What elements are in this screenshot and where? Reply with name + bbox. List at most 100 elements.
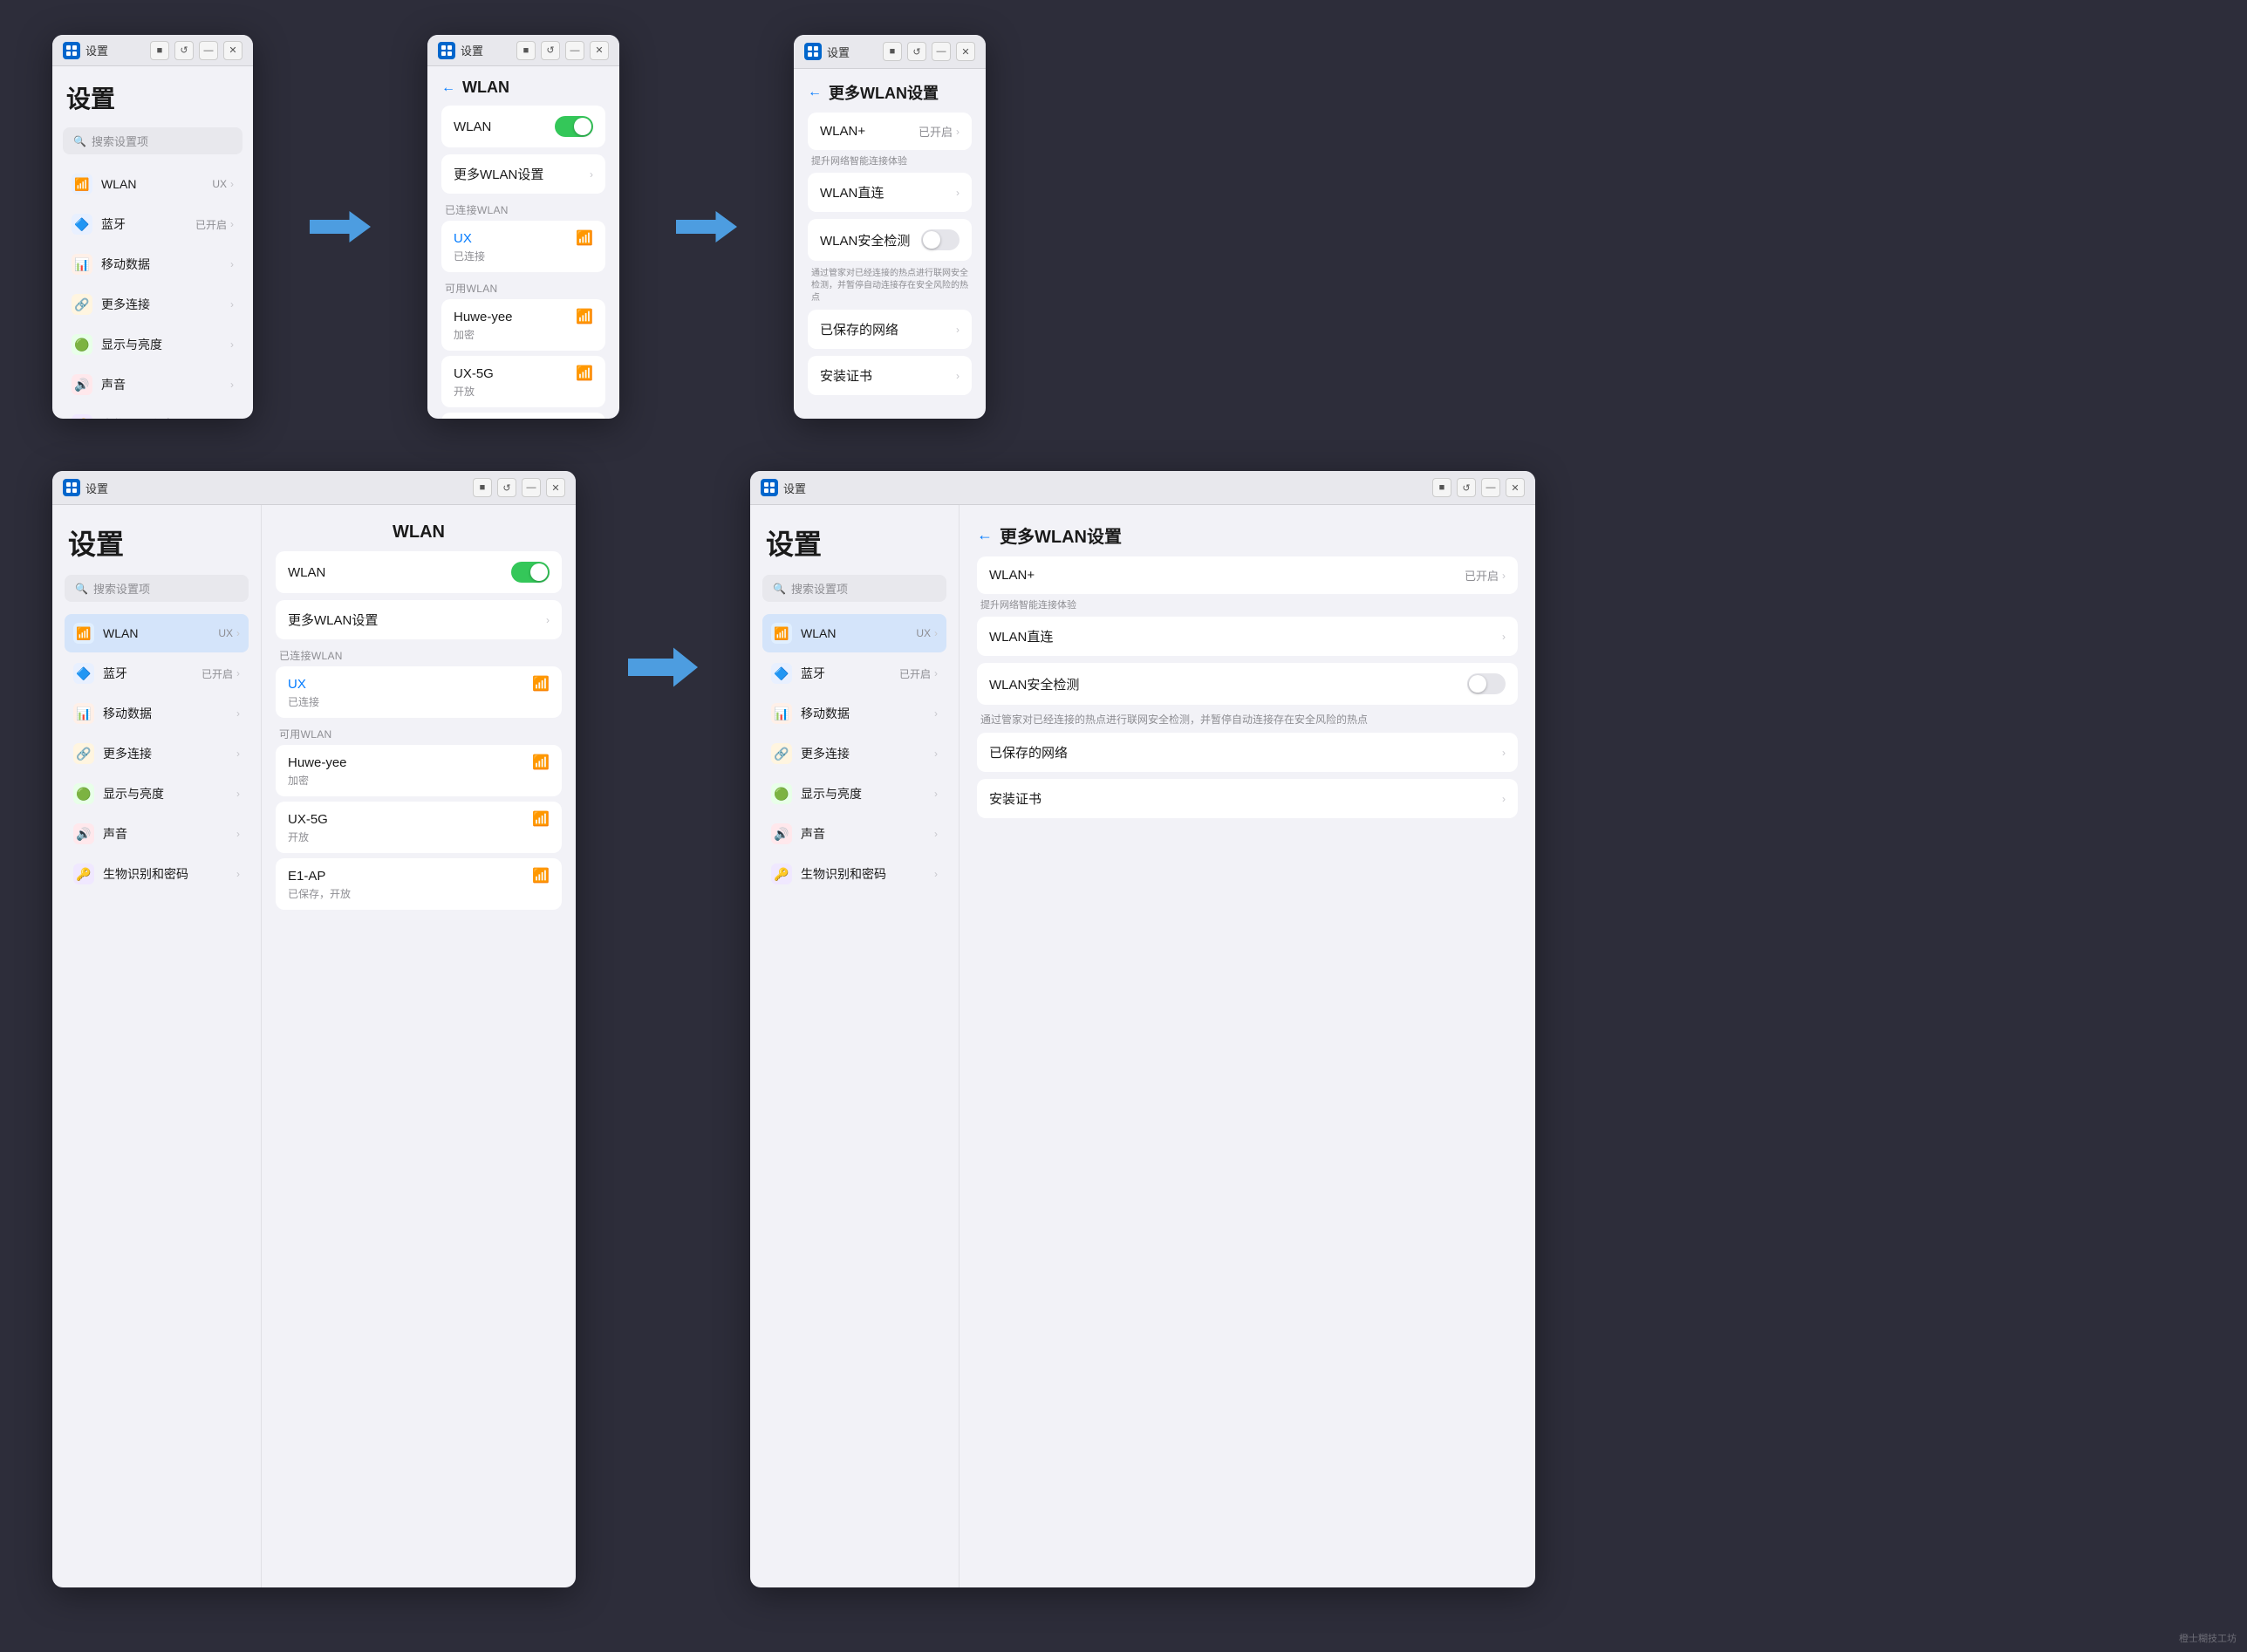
btn-close-3[interactable]: ✕ [956, 42, 975, 61]
bottom-menu-biometric-1[interactable]: 🔑 生物识别和密码 › [65, 855, 249, 893]
bottom-btn-min-2[interactable]: — [1481, 478, 1500, 497]
sound-chevron-1: › [230, 379, 234, 391]
more-wlan-row-2[interactable]: 更多WLAN设置 › [441, 154, 605, 194]
btn-square-2[interactable]: ■ [516, 41, 536, 60]
bottom-window-1-content: 设置 🔍 搜索设置项 📶 WLAN UX › 🔷 蓝牙 已开启 › [52, 505, 576, 1587]
bottom-menu-sound-1[interactable]: 🔊 声音 › [65, 815, 249, 853]
bottom-btn-rotate-2[interactable]: ↺ [1457, 478, 1476, 497]
menu-display-1[interactable]: 🟢 显示与亮度 › [63, 325, 242, 364]
bottom-bluetooth-icon-1: 🔷 [73, 663, 94, 684]
bottom-btn-square-1[interactable]: ■ [473, 478, 492, 497]
bottom-arrow-shape [628, 645, 698, 689]
bottom-install-cert-row-2[interactable]: 安装证书 › [977, 779, 1518, 818]
bottom-wifi-icon-huwe-1: 📶 [532, 754, 550, 771]
window-controls-3: ■ ↺ — ✕ [883, 42, 975, 61]
btn-min-1[interactable]: — [199, 41, 218, 60]
bottom-wlan-direct-row-2[interactable]: WLAN直连 › [977, 617, 1518, 656]
btn-close-2[interactable]: ✕ [590, 41, 609, 60]
btn-rotate-1[interactable]: ↺ [174, 41, 194, 60]
wlan-plus-row-3[interactable]: WLAN+ 已开启 › [808, 113, 972, 150]
saved-networks-row-3[interactable]: 已保存的网络 › [808, 310, 972, 349]
bottom-mobile-chevron-2: › [934, 707, 938, 720]
network-e1ap-2[interactable]: E1-AP 📶 已保存，开放 [441, 413, 605, 419]
bottom-btn-close-2[interactable]: ✕ [1506, 478, 1525, 497]
network-huwe-2[interactable]: Huwe-yee 📶 加密 [441, 299, 605, 351]
bottom-menu-display-1[interactable]: 🟢 显示与亮度 › [65, 775, 249, 813]
bottom-btn-min-1[interactable]: — [522, 478, 541, 497]
btn-min-2[interactable]: — [565, 41, 584, 60]
app-icon-2 [438, 42, 455, 59]
connected-network-2[interactable]: UX 📶 已连接 [441, 221, 605, 272]
bottom-menu-wlan-2[interactable]: 📶 WLAN UX › [762, 614, 946, 652]
menu-wlan-1[interactable]: 📶 WLAN UX › [63, 165, 242, 203]
btn-rotate-3[interactable]: ↺ [907, 42, 926, 61]
wlan-plus-chevron-3: › [956, 126, 960, 138]
bottom-saved-networks-row-2[interactable]: 已保存的网络 › [977, 733, 1518, 772]
bottom-wlan-direct-chevron-2: › [1502, 631, 1506, 643]
wlan-security-toggle-3[interactable] [921, 229, 960, 250]
bottom-menu-more-connect-2[interactable]: 🔗 更多连接 › [762, 734, 946, 773]
wifi-icon-connected-2: 📶 [576, 229, 593, 247]
bottom-menu-bluetooth-1[interactable]: 🔷 蓝牙 已开启 › [65, 654, 249, 693]
bottom-menu-mobile-2[interactable]: 📊 移动数据 › [762, 694, 946, 733]
bottom-more-connect-label-2: 更多连接 [801, 745, 934, 762]
display-chevron-1: › [230, 338, 234, 351]
wlan-direct-row-3[interactable]: WLAN直连 › [808, 173, 972, 212]
back-btn-3[interactable]: ← [808, 85, 822, 100]
bottom-network-huwe-1[interactable]: Huwe-yee 📶 加密 [276, 745, 562, 796]
wlan-toggle-2[interactable] [555, 116, 593, 137]
bottom-wlan-security-row-2[interactable]: WLAN安全检测 [977, 663, 1518, 705]
btn-close-1[interactable]: ✕ [223, 41, 242, 60]
menu-biometric-1[interactable]: 🔑 生物识别和密码 › [63, 406, 242, 419]
bluetooth-value-1: 已开启 [195, 217, 227, 232]
search-box-1[interactable]: 🔍 搜索设置项 [63, 127, 242, 154]
bottom-menu-wlan-1[interactable]: 📶 WLAN UX › [65, 614, 249, 652]
bottom-btn-close-1[interactable]: ✕ [546, 478, 565, 497]
bottom-wlan-toggle-1[interactable] [511, 562, 550, 583]
bottom-btn-rotate-1[interactable]: ↺ [497, 478, 516, 497]
bottom-menu-display-2[interactable]: 🟢 显示与亮度 › [762, 775, 946, 813]
wlan-security-row-3[interactable]: WLAN安全检测 [808, 219, 972, 261]
menu-more-connect-1[interactable]: 🔗 更多连接 › [63, 285, 242, 324]
bottom-menu-more-connect-1[interactable]: 🔗 更多连接 › [65, 734, 249, 773]
menu-bluetooth-1[interactable]: 🔷 蓝牙 已开启 › [63, 205, 242, 243]
bottom-back-btn-2[interactable]: ← [977, 526, 993, 544]
bottom-network-huwe-name-1: Huwe-yee [288, 755, 532, 770]
window-controls-1: ■ ↺ — ✕ [150, 41, 242, 60]
back-btn-2[interactable]: ← [441, 80, 455, 96]
title-bar-3: 设置 ■ ↺ — ✕ [794, 35, 986, 69]
bottom-search-box-1[interactable]: 🔍 搜索设置项 [65, 575, 249, 602]
bottom-btn-square-2[interactable]: ■ [1432, 478, 1451, 497]
title-bar-text-3: 设置 [827, 44, 883, 60]
bottom-more-wlan-title-2: 更多WLAN设置 [1000, 522, 1122, 548]
btn-square-1[interactable]: ■ [150, 41, 169, 60]
menu-mobile-1[interactable]: 📊 移动数据 › [63, 245, 242, 283]
btn-rotate-2[interactable]: ↺ [541, 41, 560, 60]
bottom-arrow [628, 645, 698, 689]
bottom-search-icon-2: 🔍 [773, 583, 786, 595]
install-cert-row-3[interactable]: 安装证书 › [808, 356, 972, 395]
bottom-menu-biometric-2[interactable]: 🔑 生物识别和密码 › [762, 855, 946, 893]
bottom-network-e1ap-1[interactable]: E1-AP 📶 已保存，开放 [276, 858, 562, 910]
bottom-more-wlan-row-1[interactable]: 更多WLAN设置 › [276, 600, 562, 639]
network-ux5g-2[interactable]: UX-5G 📶 开放 [441, 356, 605, 407]
bottom-wlan-plus-subtitle-2: 提升网络智能连接体验 [977, 597, 1518, 611]
bottom-wlan-security-toggle-2[interactable] [1467, 673, 1506, 694]
btn-square-3[interactable]: ■ [883, 42, 902, 61]
more-connect-label-1: 更多连接 [101, 296, 230, 313]
bottom-connected-network-1[interactable]: UX 📶 已连接 [276, 666, 562, 718]
bottom-menu-bluetooth-2[interactable]: 🔷 蓝牙 已开启 › [762, 654, 946, 693]
bottom-menu-sound-2[interactable]: 🔊 声音 › [762, 815, 946, 853]
wlan-toggle-row-2[interactable]: WLAN [441, 106, 605, 147]
bottom-settings-title-2: 设置 [762, 522, 946, 563]
bottom-title-bar-text-2: 设置 [783, 480, 1432, 496]
menu-sound-1[interactable]: 🔊 声音 › [63, 365, 242, 404]
bottom-network-ux5g-1[interactable]: UX-5G 📶 开放 [276, 802, 562, 853]
bottom-more-connect-chevron-2: › [934, 747, 938, 760]
bottom-wlan-toggle-row-1[interactable]: WLAN [276, 551, 562, 593]
connected-label-2: 已连接WLAN [445, 202, 605, 217]
bottom-wlan-plus-row-2[interactable]: WLAN+ 已开启 › [977, 556, 1518, 594]
bottom-search-box-2[interactable]: 🔍 搜索设置项 [762, 575, 946, 602]
btn-min-3[interactable]: — [932, 42, 951, 61]
bottom-menu-mobile-1[interactable]: 📊 移动数据 › [65, 694, 249, 733]
